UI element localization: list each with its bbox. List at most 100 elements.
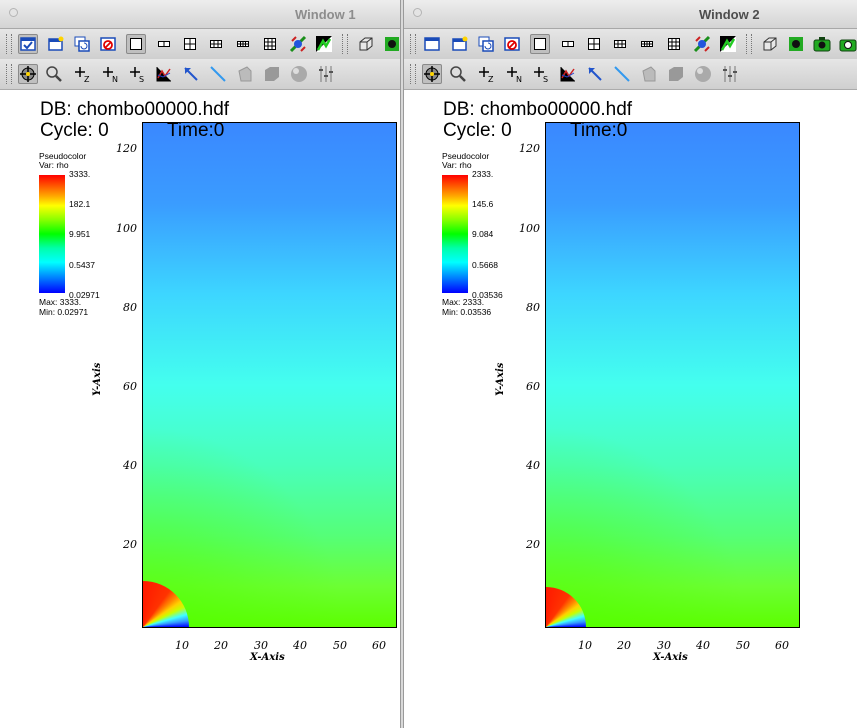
- new-window-icon[interactable]: [46, 34, 66, 54]
- time-label: Time:0: [167, 120, 225, 141]
- sphere-tool-icon[interactable]: [693, 64, 713, 84]
- x-tick: 40: [293, 639, 307, 652]
- colorbar: [442, 175, 468, 293]
- layout-2x2-icon[interactable]: [180, 34, 200, 54]
- toolbar-grip[interactable]: [410, 34, 416, 54]
- active-window-icon[interactable]: [422, 34, 442, 54]
- x-tick: 60: [372, 639, 386, 652]
- layout-3x3-icon[interactable]: [664, 34, 684, 54]
- node-pick-icon[interactable]: N: [100, 64, 120, 84]
- zoom-mode-icon[interactable]: [44, 64, 64, 84]
- zoom-mode-icon[interactable]: [448, 64, 468, 84]
- layout-1x1-icon[interactable]: [126, 34, 146, 54]
- axis-restriction-icon[interactable]: [316, 64, 336, 84]
- window-1-toolbar-row-2: Z N S: [0, 59, 400, 90]
- lock-view-icon[interactable]: [786, 34, 806, 54]
- invert-background-icon[interactable]: [314, 34, 334, 54]
- view-3d-icon[interactable]: [356, 34, 376, 54]
- x-tick: 20: [617, 639, 631, 652]
- spreadsheet-pick-icon[interactable]: S: [531, 64, 551, 84]
- y-axis-label: Y-Axis: [495, 362, 506, 396]
- layout-2x4-icon[interactable]: [637, 34, 657, 54]
- window-2-close-button[interactable]: [413, 8, 422, 17]
- navigate-mode-icon[interactable]: [422, 64, 442, 84]
- visit-window-2: Window 2 Z N S DB: chombo00000.hdf Cycle…: [403, 0, 857, 728]
- box-tool-icon[interactable]: [666, 64, 686, 84]
- toolbar-grip[interactable]: [6, 64, 12, 84]
- layout-2x3-icon[interactable]: [206, 34, 226, 54]
- y-axis-label: Y-Axis: [92, 362, 103, 396]
- zone-pick-icon[interactable]: Z: [476, 64, 496, 84]
- density-field-gradient: [546, 123, 799, 627]
- density-field-gradient: [143, 123, 396, 627]
- x-tick: 40: [696, 639, 710, 652]
- spin-mode-icon[interactable]: [692, 34, 712, 54]
- point-tool-icon[interactable]: [181, 64, 201, 84]
- toolbar-grip[interactable]: [342, 34, 348, 54]
- layout-2x2-icon[interactable]: [584, 34, 604, 54]
- layout-3x3-icon[interactable]: [260, 34, 280, 54]
- plane-tool-icon[interactable]: [235, 64, 255, 84]
- invert-background-icon[interactable]: [718, 34, 738, 54]
- legend-max: Max: 3333.: [39, 297, 82, 307]
- cycle-label: Cycle: 0: [40, 120, 109, 141]
- plane-tool-icon[interactable]: [639, 64, 659, 84]
- clone-window-icon[interactable]: [72, 34, 92, 54]
- clone-window-icon[interactable]: [476, 34, 496, 54]
- legend-tick: 2333.: [472, 169, 494, 179]
- node-pick-icon[interactable]: N: [504, 64, 524, 84]
- legend-tick: 0.5437: [69, 260, 95, 270]
- delete-window-icon[interactable]: [502, 34, 522, 54]
- new-window-icon[interactable]: [450, 34, 470, 54]
- line-tool-icon[interactable]: [208, 64, 228, 84]
- layout-2x4-icon[interactable]: [233, 34, 253, 54]
- lineout-icon[interactable]: [558, 64, 578, 84]
- lineout-icon[interactable]: [154, 64, 174, 84]
- layout-2x3-icon[interactable]: [610, 34, 630, 54]
- time-label: Time:0: [570, 120, 628, 141]
- y-tick: 80: [526, 301, 540, 314]
- pseudocolor-plot[interactable]: [142, 122, 397, 628]
- lock-view-icon[interactable]: [382, 34, 400, 54]
- window-2-titlebar[interactable]: Window 2: [404, 0, 857, 29]
- line-tool-icon[interactable]: [612, 64, 632, 84]
- window-2-visualization[interactable]: DB: chombo00000.hdf Cycle: 0 Time:0 Pseu…: [404, 90, 857, 728]
- layout-1x2-icon[interactable]: [558, 34, 578, 54]
- spin-mode-icon[interactable]: [288, 34, 308, 54]
- view-3d-icon[interactable]: [760, 34, 780, 54]
- snapshot-icon[interactable]: [838, 34, 857, 54]
- navigate-mode-icon[interactable]: [18, 64, 38, 84]
- y-tick: 40: [526, 459, 540, 472]
- legend-min: Min: 0.02971: [39, 307, 89, 317]
- y-tick: 100: [519, 222, 540, 235]
- x-axis-label: X-Axis: [653, 652, 688, 663]
- box-tool-icon[interactable]: [262, 64, 282, 84]
- x-tick: 10: [578, 639, 592, 652]
- x-axis-label: X-Axis: [250, 652, 285, 663]
- svg-text:Z: Z: [488, 75, 494, 83]
- point-tool-icon[interactable]: [585, 64, 605, 84]
- window-2-toolbar-row-1: [404, 29, 857, 60]
- axis-restriction-icon[interactable]: [720, 64, 740, 84]
- layout-1x1-icon[interactable]: [530, 34, 550, 54]
- window-1-visualization[interactable]: DB: chombo00000.hdf Cycle: 0 Time:0 Pseu…: [0, 90, 400, 728]
- window-1-close-button[interactable]: [9, 8, 18, 17]
- y-tick: 120: [116, 142, 137, 155]
- x-tick: 50: [333, 639, 347, 652]
- camera-icon[interactable]: [812, 34, 832, 54]
- sphere-tool-icon[interactable]: [289, 64, 309, 84]
- spreadsheet-pick-icon[interactable]: S: [127, 64, 147, 84]
- y-tick: 60: [526, 380, 540, 393]
- pseudocolor-plot[interactable]: [545, 122, 800, 628]
- delete-window-icon[interactable]: [98, 34, 118, 54]
- zone-pick-icon[interactable]: Z: [72, 64, 92, 84]
- active-window-icon[interactable]: [18, 34, 38, 54]
- toolbar-grip[interactable]: [746, 34, 752, 54]
- y-tick: 120: [519, 142, 540, 155]
- window-1-titlebar[interactable]: Window 1: [0, 0, 400, 29]
- layout-1x2-icon[interactable]: [154, 34, 174, 54]
- x-tick: 10: [175, 639, 189, 652]
- toolbar-grip[interactable]: [6, 34, 12, 54]
- toolbar-grip[interactable]: [410, 64, 416, 84]
- svg-text:Z: Z: [84, 75, 90, 83]
